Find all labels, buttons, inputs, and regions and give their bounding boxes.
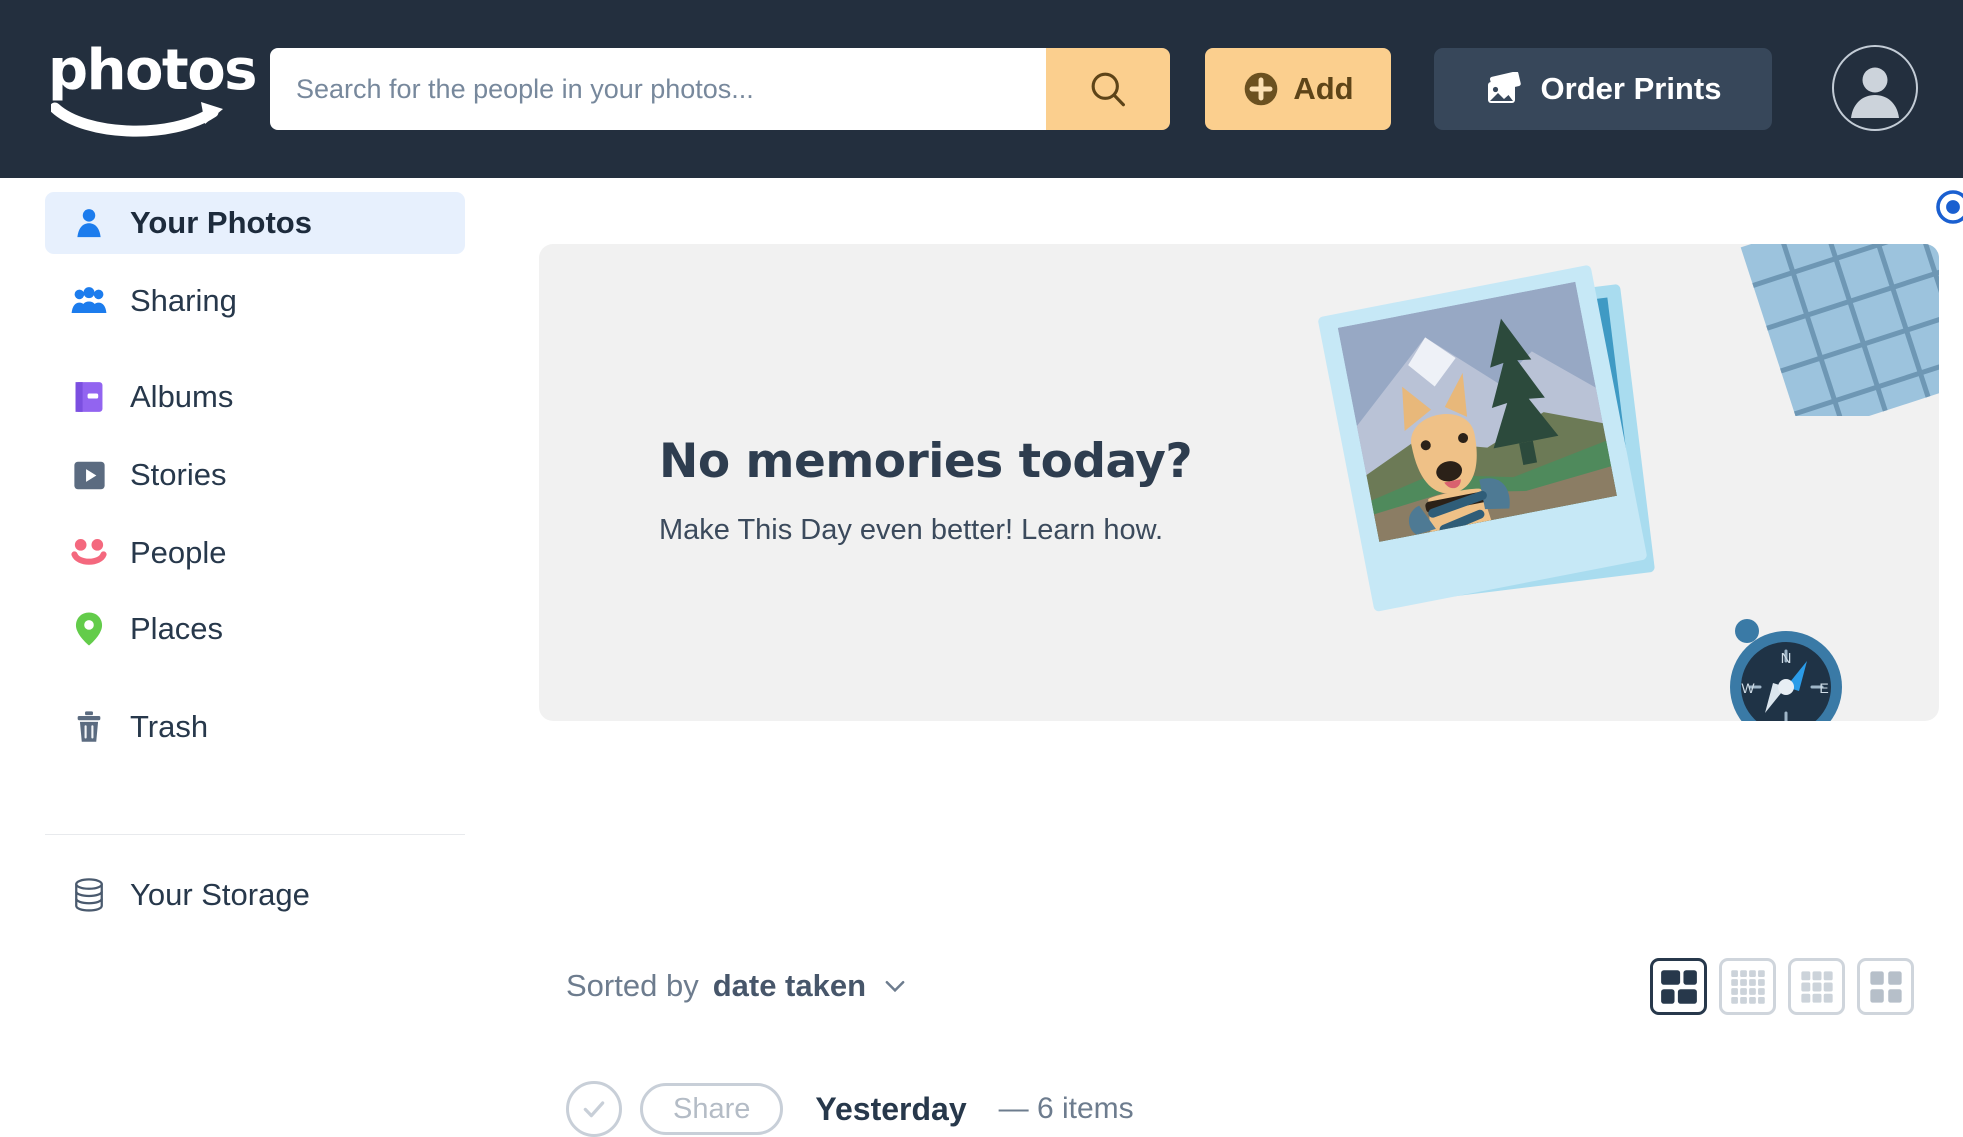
sort-control[interactable]: Sorted by date taken [566,968,910,1004]
photo-group-header: Share Yesterday — 6 items [566,1081,1134,1137]
logo-wordmark: photos [48,38,258,103]
dense-grid-view-button[interactable] [1719,958,1776,1015]
mosaic-grid-icon [1660,969,1697,1004]
sort-value-label: date taken [712,968,867,1003]
map-pin-icon [70,610,108,648]
sidebar-item-your-photos[interactable]: Your Photos [45,192,465,254]
film-contact-sheet-grid-icon [1740,244,1939,416]
large-grid-view-button[interactable] [1857,958,1914,1015]
sidebar-divider [45,834,465,835]
photo-print-icon [1487,72,1521,103]
smiley-icon [70,534,108,572]
person-icon [70,204,108,242]
sidebar-item-stories[interactable]: Stories [45,444,465,506]
sidebar-item-places[interactable]: Places [45,598,465,660]
order-prints-button[interactable]: Order Prints [1434,48,1772,130]
sidebar-item-label: People [130,535,227,570]
select-group-checkbox[interactable] [566,1081,622,1137]
app-logo[interactable]: photos [48,38,258,137]
avatar[interactable] [1832,45,1918,131]
view-toggle-group [1650,958,1914,1015]
help-circle-icon[interactable] [1935,189,1963,225]
sidebar-item-label: Your Storage [130,877,310,912]
sidebar-item-label: Places [130,611,224,646]
sidebar-item-label: Stories [130,457,227,492]
sidebar-item-label: Your Photos [130,205,312,240]
sidebar-item-your-storage[interactable]: Your Storage [45,864,465,926]
share-button[interactable]: Share [640,1083,784,1135]
search-button[interactable] [1046,48,1170,130]
plus-circle-icon [1245,72,1278,106]
sidebar-item-albums[interactable]: Albums [45,366,465,428]
banner-subtitle: Make This Day even better! Learn how. [659,514,1164,546]
order-prints-label: Order Prints [1540,71,1722,106]
svg-text:E: E [1819,680,1828,696]
grid-4x4-icon [1730,969,1765,1004]
search-icon [1091,72,1125,107]
memories-banner: No memories today? Make This Day even be… [539,244,1939,721]
add-button-label: Add [1293,71,1354,106]
sidebar-item-label: Albums [130,379,234,414]
sort-prefix-label: Sorted by [566,968,699,1003]
main-content: No memories today? Make This Day even be… [520,178,1963,1137]
sidebar: Your Photos Sharing Albums Stories Peopl… [0,178,520,970]
check-circle-icon [583,1101,605,1118]
book-icon [70,378,108,416]
svg-text:N: N [1781,650,1792,667]
search-input[interactable] [270,48,1046,130]
play-icon [70,456,108,494]
user-avatar-icon [1851,67,1899,118]
add-button[interactable]: Add [1205,48,1391,130]
chevron-down-icon [885,981,905,993]
svg-text:W: W [1741,680,1755,696]
trash-icon [70,708,108,746]
people-icon [70,282,108,320]
search-bar [270,48,1170,130]
database-icon [70,876,108,914]
medium-grid-view-button[interactable] [1788,958,1845,1015]
sidebar-item-sharing[interactable]: Sharing [45,270,465,332]
sidebar-item-people[interactable]: People [45,522,465,584]
app-header: photos Add Order Prints [0,0,1963,178]
compass-icon: N E W [1730,619,1842,721]
banner-title: No memories today? [659,434,1193,489]
group-item-count: — 6 items [998,1092,1134,1125]
grid-3x3-icon [1800,970,1833,1003]
polaroid-photo-dog-mountains-icon [1318,265,1655,612]
sidebar-item-trash[interactable]: Trash [45,696,465,758]
sidebar-item-label: Trash [130,709,209,744]
sidebar-item-label: Sharing [130,283,237,318]
group-day-label: Yesterday [815,1090,967,1127]
amazon-smile-swoosh-icon [51,102,223,137]
grid-2x2-icon [1869,970,1902,1003]
mosaic-view-button[interactable] [1650,958,1707,1015]
